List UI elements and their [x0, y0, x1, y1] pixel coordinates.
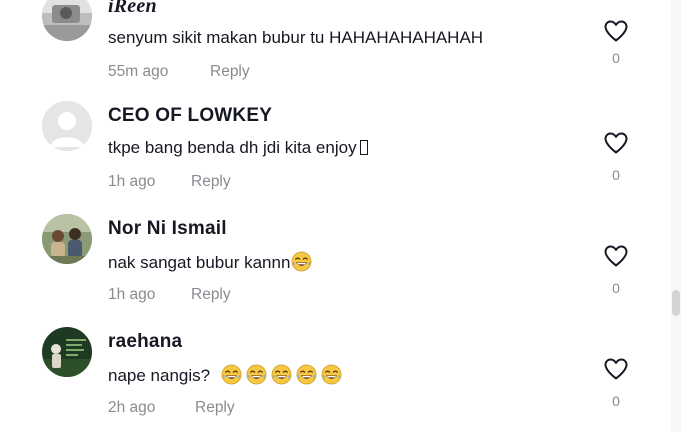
reply-button[interactable]: Reply [210, 63, 250, 81]
tears-of-joy-emoji-icon [296, 364, 317, 385]
comment-time: 1h ago [108, 173, 156, 190]
comment-item: Nor Ni Ismail nak sangat bubur kannn 1h … [0, 214, 660, 324]
reply-button[interactable]: Reply [191, 286, 231, 304]
avatar[interactable] [42, 214, 92, 264]
comment-text-content: tkpe bang benda dh jdi kita enjoy [108, 138, 357, 157]
comment-text: nape nangis? [108, 364, 342, 386]
comment-item: iReen senyum sikit makan bubur tu HAHAHA… [0, 0, 660, 101]
comment-text: tkpe bang benda dh jdi kita enjoy [108, 138, 368, 158]
like-count: 0 [612, 167, 620, 183]
reply-button[interactable]: Reply [191, 173, 231, 191]
comment-username[interactable]: CEO OF LOWKEY [108, 105, 272, 127]
like-count: 0 [612, 393, 620, 409]
like-count: 0 [612, 50, 620, 66]
heart-outline-icon[interactable] [603, 357, 629, 381]
comment-username[interactable]: Nor Ni Ismail [108, 218, 227, 240]
scrollbar-thumb[interactable] [672, 290, 680, 316]
tears-of-joy-emoji-icon [221, 364, 242, 385]
comment-text: nak sangat bubur kannn [108, 251, 312, 273]
comment-time: 55m ago [108, 63, 169, 80]
comment-username[interactable]: iReen [108, 0, 157, 18]
comment-text: senyum sikit makan bubur tu HAHAHAHAHAHA… [108, 28, 484, 47]
avatar[interactable] [42, 327, 92, 377]
avatar-photo [42, 214, 92, 264]
comment-text-content: nak sangat bubur kannn [108, 253, 291, 272]
heart-outline-icon[interactable] [603, 244, 629, 268]
reply-button[interactable]: Reply [195, 399, 235, 417]
scrollbar[interactable] [671, 0, 681, 432]
missing-glyph-icon [359, 140, 368, 155]
comment-time: 1h ago [108, 286, 156, 303]
heart-outline-icon[interactable] [603, 131, 629, 155]
avatar-photo [42, 327, 92, 377]
comment-username[interactable]: raehana [108, 331, 182, 353]
comment-text-content: nape nangis? [108, 366, 211, 385]
heart-outline-icon[interactable] [603, 19, 629, 43]
like-count: 0 [612, 280, 620, 296]
avatar[interactable] [42, 0, 92, 41]
comments-panel: iReen senyum sikit makan bubur tu HAHAHA… [0, 0, 681, 432]
tears-of-joy-emoji-icon [291, 251, 312, 272]
tears-of-joy-emoji-icon [271, 364, 292, 385]
comment-item: CEO OF LOWKEY tkpe bang benda dh jdi kit… [0, 101, 660, 211]
default-avatar-icon [42, 101, 92, 151]
comment-time: 2h ago [108, 399, 156, 416]
avatar-photo [42, 0, 92, 41]
tears-of-joy-emoji-icon [321, 364, 342, 385]
tears-of-joy-emoji-icon [246, 364, 267, 385]
comment-item: raehana nape nangis? 2h ago Reply 0 [0, 327, 660, 432]
avatar[interactable] [42, 101, 92, 151]
